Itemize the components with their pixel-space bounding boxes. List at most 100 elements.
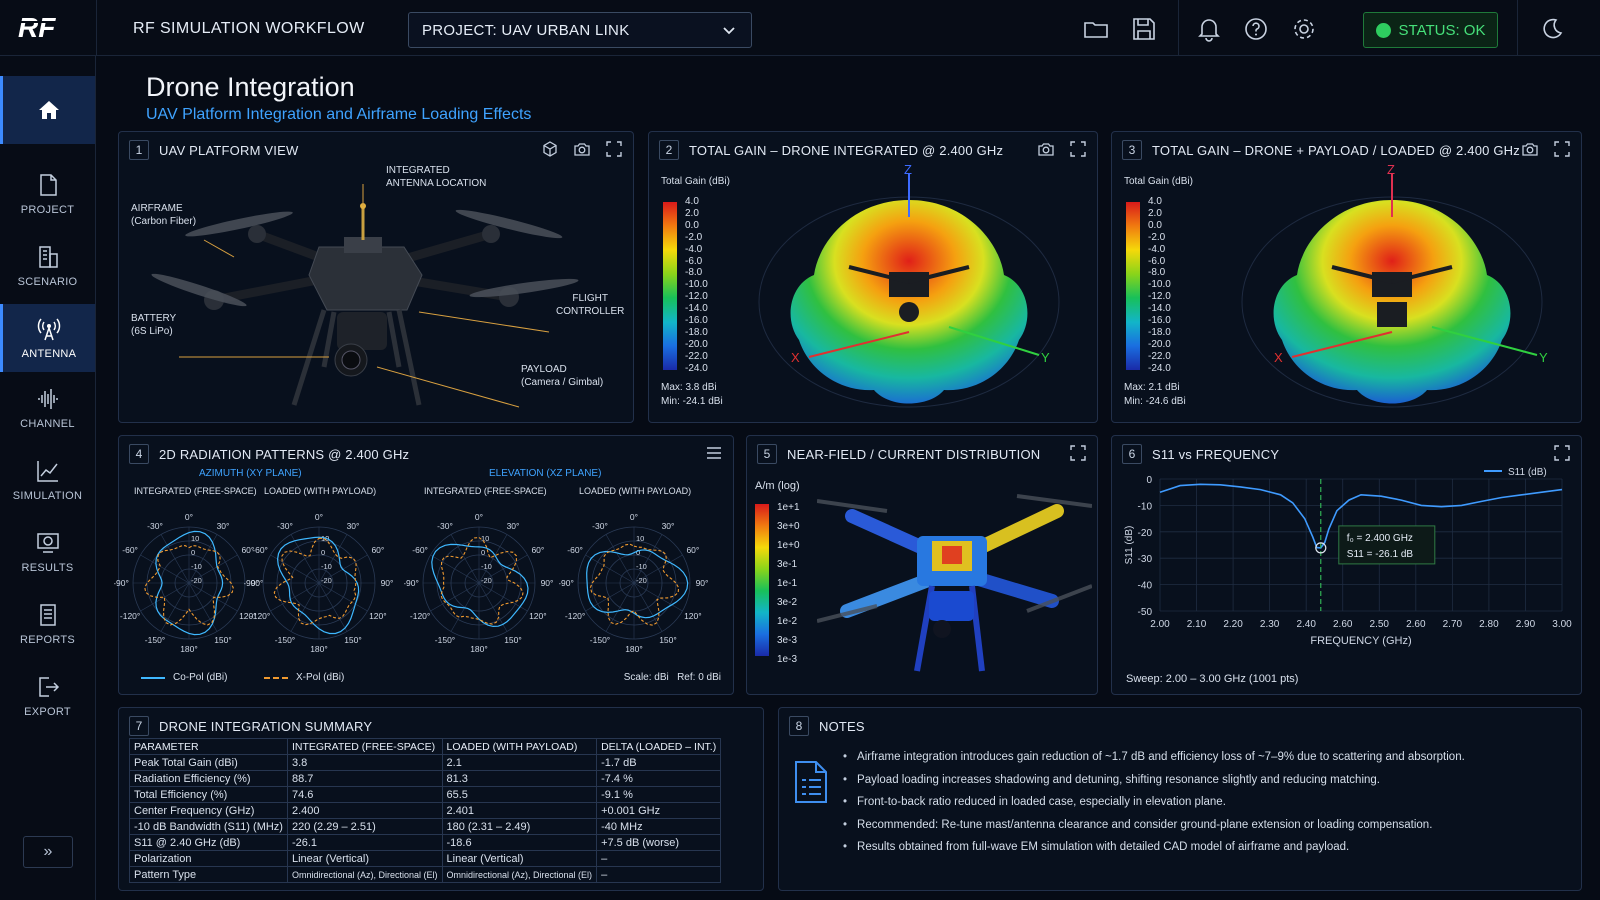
sidebar-item-export[interactable]: EXPORT: [0, 662, 95, 730]
polar-subtitle: LOADED (WITH PAYLOAD): [264, 486, 377, 496]
table-row: S11 @ 2.40 GHz (dB) -26.1 -18.6 +7.5 dB (wo…: [129, 834, 722, 851]
legend-copol-label: Co-Pol (dBi): [173, 672, 228, 683]
note-item: Payload loading increases shadowing and …: [843, 769, 1465, 792]
table-row: Center Frequency (GHz) 2.400 2.401 +0.001 G…: [129, 802, 722, 819]
menu-list-icon[interactable]: [705, 444, 723, 462]
colorbar-tick: -10.0: [685, 279, 708, 291]
polar-plot: 0° 30° 60° 90° 120° 150° 180° -150° -120° -90° -60…: [404, 512, 553, 654]
colorbar-tick: -18.0: [685, 326, 708, 338]
cube-icon[interactable]: [541, 140, 559, 158]
polar-subtitle: LOADED (WITH PAYLOAD): [579, 486, 692, 496]
polar-ring-label: -10: [321, 562, 332, 571]
table-cell: Peak Total Gain (dBi): [129, 754, 288, 771]
sidebar-item-antenna[interactable]: ANTENNA: [0, 304, 95, 372]
table-cell: -10 dB Bandwidth (S11) (MHz): [129, 818, 288, 835]
polar-spoke: [430, 554, 480, 584]
status-badge[interactable]: STATUS: OK: [1363, 12, 1498, 48]
callout-antenna-location: INTEGRATED ANTENNA LOCATION: [386, 165, 487, 189]
chevron-down-icon: [723, 27, 735, 35]
colorbar-tick: 2.0: [685, 207, 699, 219]
table-cell: Linear (Vertical): [441, 850, 598, 867]
colorbar-tick: 3e-1: [777, 559, 798, 570]
polar-ring-label: -10: [481, 562, 492, 571]
divider: [1517, 0, 1518, 56]
table-cell: +0.001 GHz: [596, 802, 722, 819]
polar-ring-label: -10: [636, 562, 647, 571]
colorbar: [755, 504, 769, 656]
app-title: RF SIMULATION WORKFLOW: [133, 20, 365, 37]
polar-angle-label: 180°: [470, 644, 488, 654]
report-icon: [39, 604, 56, 626]
panel-title: S11 vs FREQUENCY: [1152, 446, 1280, 462]
callout-battery: BATTERY (6S LiPo): [131, 313, 177, 337]
sidebar-item-label: SCENARIO: [17, 276, 78, 288]
results-icon: [36, 533, 59, 553]
fullscreen-icon[interactable]: [605, 140, 623, 158]
polar-ring-label: 10: [191, 534, 199, 543]
polar-spoke: [633, 582, 663, 632]
camera-icon[interactable]: [1037, 140, 1055, 158]
sidebar-item-label: RESULTS: [21, 562, 74, 574]
notes-document-icon: [795, 761, 827, 803]
legend-copol: Co-Pol (dBi): [141, 672, 227, 683]
polar-angle-label: -120°: [410, 611, 430, 621]
fullscreen-icon[interactable]: [1553, 444, 1571, 462]
colorbar-tick: -8.0: [685, 267, 703, 279]
note-item: Front-to-back ratio reduced in loaded ca…: [843, 791, 1465, 814]
polar-spoke: [318, 582, 368, 612]
fullscreen-icon[interactable]: [1553, 140, 1571, 158]
colorbar-tick: -16.0: [1148, 315, 1171, 327]
help-icon[interactable]: [1243, 16, 1269, 42]
x-tick-label: 2.20: [1223, 619, 1243, 630]
folder-icon[interactable]: [1083, 16, 1109, 42]
status-text: STATUS: OK: [1398, 21, 1486, 39]
antenna-icon: [37, 318, 61, 341]
y-tick-label: -50: [1138, 607, 1153, 618]
tooltip-s11: S11 = -26.1 dB: [1347, 549, 1414, 560]
sidebar-item-reports[interactable]: REPORTS: [0, 590, 95, 658]
polar-angle-label: 120°: [529, 611, 547, 621]
sidebar-item-home[interactable]: [0, 76, 95, 144]
polar-angle-label: 60°: [531, 545, 544, 555]
polar-angle-label: 90°: [381, 578, 394, 588]
polar-angle-label: 30°: [662, 521, 675, 531]
note-item: Recommended: Re-tune mast/antenna cleara…: [843, 814, 1465, 837]
polar-angle-label: -60°: [412, 545, 428, 555]
table-cell: S11 @ 2.40 GHz (dB): [129, 834, 288, 851]
sidebar-collapse-button[interactable]: »: [23, 836, 73, 868]
table-cell: -7.4 %: [596, 770, 722, 787]
colorbar-ticks: 4.0 2.0 0.0 -2.0 -4.0 -6.0 -8.0 -10.0 -12.0 -14.0…: [685, 196, 708, 375]
theme-moon-icon[interactable]: [1538, 16, 1564, 42]
bell-icon[interactable]: [1196, 16, 1222, 42]
x-tick-label: 2.90: [1516, 619, 1536, 630]
panel-total-gain-loaded: 3 TOTAL GAIN – DRONE + PAYLOAD / LOADED @…: [1111, 131, 1582, 423]
panel-number: 8: [789, 716, 809, 736]
project-select[interactable]: PROJECT: UAV URBAN LINK: [408, 12, 752, 48]
x-tick-label: 2.80: [1479, 619, 1499, 630]
gear-icon[interactable]: [1291, 16, 1317, 42]
sidebar-item-channel[interactable]: CHANNEL: [0, 374, 95, 442]
fullscreen-icon[interactable]: [1069, 444, 1087, 462]
sidebar-item-results[interactable]: RESULTS: [0, 518, 95, 586]
colorbar-tick: -8.0: [1148, 267, 1166, 279]
sidebar-item-project[interactable]: PROJECT: [0, 160, 95, 228]
colorbar-tick: -20.0: [685, 338, 708, 350]
polar-ring-label: 0: [321, 548, 325, 557]
polar-plot: 0° 30° 60° 90° 120° 150° 180° -150° -120° -90° -60…: [559, 512, 708, 654]
colorbar-tick: -12.0: [685, 291, 708, 303]
camera-icon[interactable]: [573, 140, 591, 158]
s11-chart: 0 -10 -20 -30 -40 -502.00 2.10 2.20 2.30 2.40 2.60…: [1124, 467, 1572, 647]
camera-icon[interactable]: [1521, 140, 1539, 158]
table-row: -10 dB Bandwidth (S11) (MHz) 220 (2.29 – …: [129, 818, 722, 835]
save-icon[interactable]: [1131, 16, 1157, 42]
y-tick-label: -40: [1138, 581, 1153, 592]
sidebar-item-scenario[interactable]: SCENARIO: [0, 232, 95, 300]
polar-angle-label: -150°: [275, 635, 295, 645]
polar-ring-label: 10: [481, 534, 489, 543]
gain-max: Max: 3.8 dBi: [661, 382, 717, 393]
polar-ring-label: -20: [636, 576, 647, 585]
sidebar-item-simulation[interactable]: SIMULATION: [0, 446, 95, 514]
export-icon: [38, 677, 59, 697]
fullscreen-icon[interactable]: [1069, 140, 1087, 158]
table-cell: 2.401: [441, 802, 598, 819]
